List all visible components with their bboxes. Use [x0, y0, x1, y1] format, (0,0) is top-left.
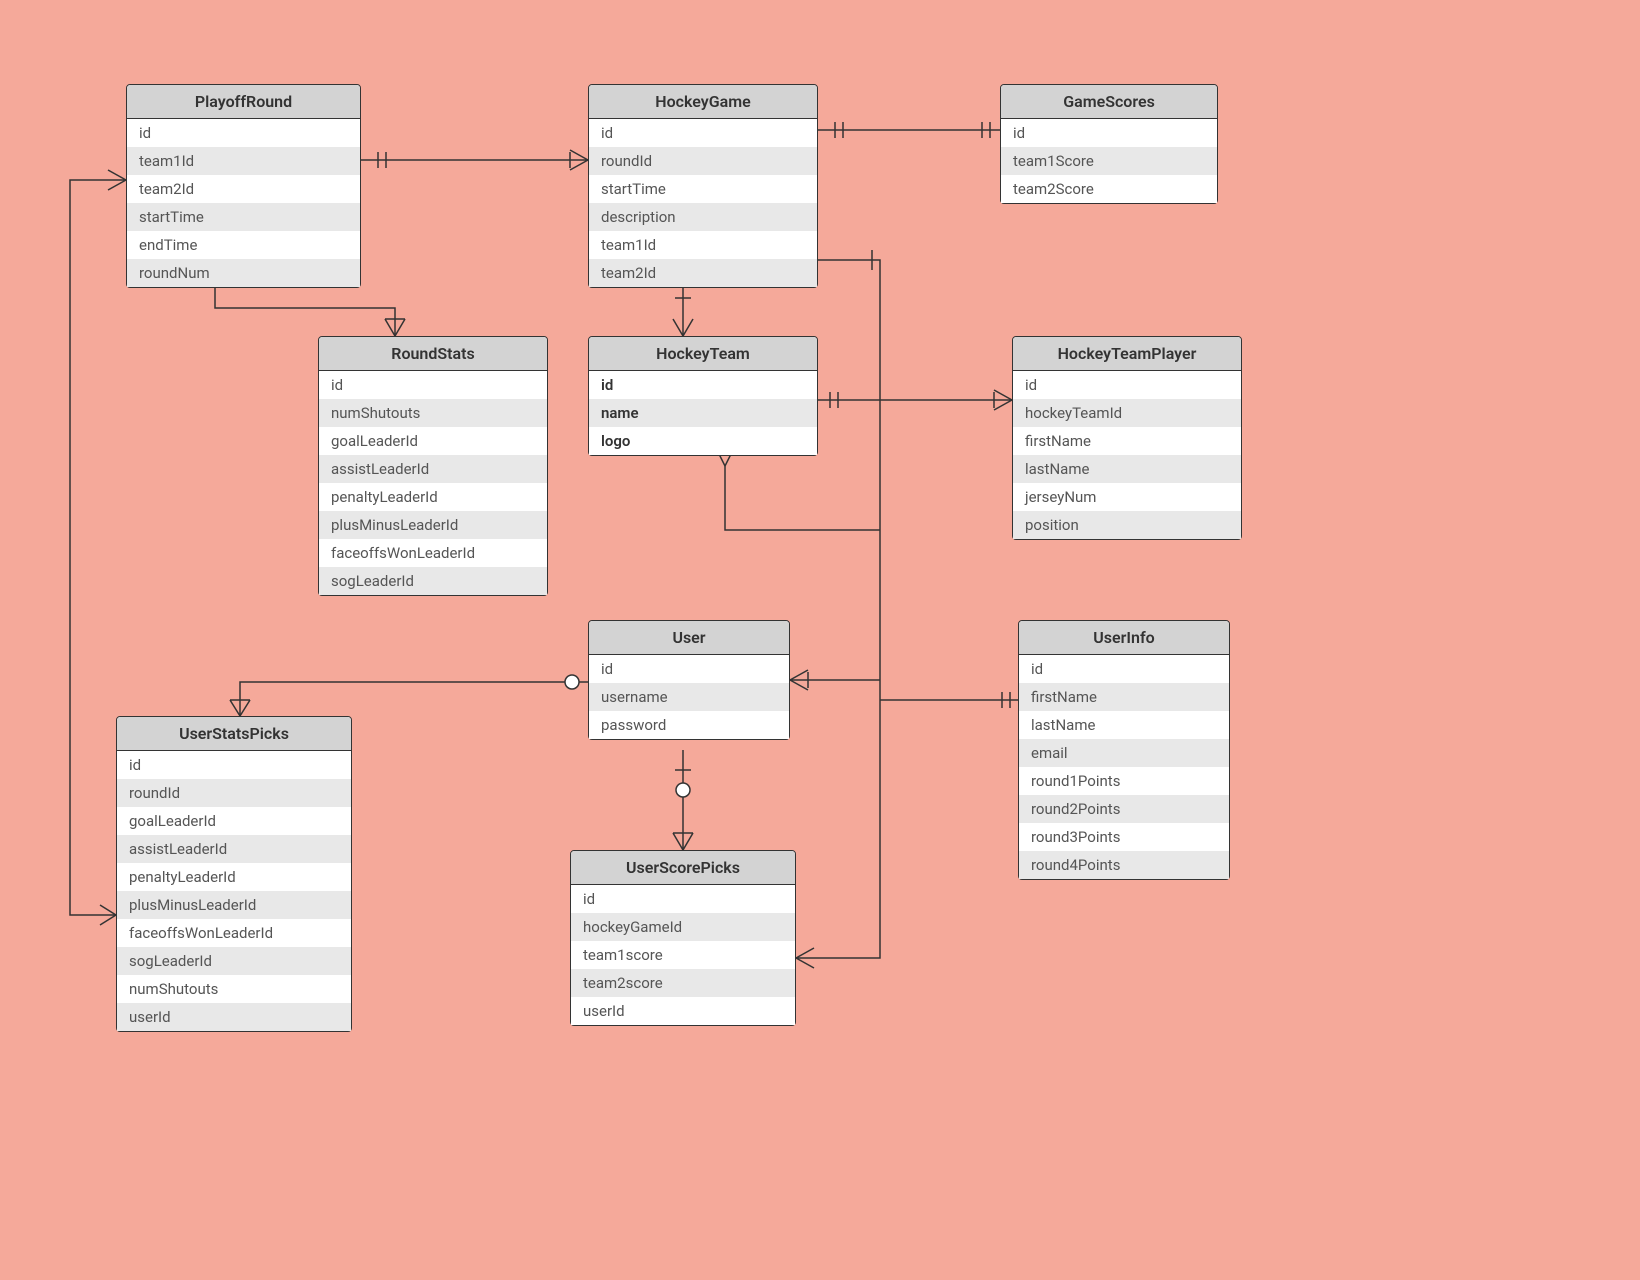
entity-field: id: [1019, 655, 1229, 683]
entity-field: id: [1001, 119, 1217, 147]
entity-field: round4Points: [1019, 851, 1229, 879]
entity-field: roundId: [589, 147, 817, 175]
entity-field: roundId: [117, 779, 351, 807]
entity-userinfo: UserInfoidfirstNamelastNameemailround1Po…: [1018, 620, 1230, 880]
entity-field: goalLeaderId: [117, 807, 351, 835]
entity-hockeyteamplayer: HockeyTeamPlayeridhockeyTeamIdfirstNamel…: [1012, 336, 1242, 540]
entity-field: sogLeaderId: [117, 947, 351, 975]
entity-title: HockeyGame: [589, 85, 817, 119]
entity-userscorepicks: UserScorePicksidhockeyGameIdteam1scorete…: [570, 850, 796, 1026]
entity-field: firstName: [1013, 427, 1241, 455]
entity-field: id: [319, 371, 547, 399]
entity-title: GameScores: [1001, 85, 1217, 119]
entity-field: team1Id: [127, 147, 360, 175]
entity-field: goalLeaderId: [319, 427, 547, 455]
entity-field: jerseyNum: [1013, 483, 1241, 511]
entity-field: password: [589, 711, 789, 739]
entity-field: plusMinusLeaderId: [319, 511, 547, 539]
entity-hockeygame: HockeyGameidroundIdstartTimedescriptiont…: [588, 84, 818, 288]
entity-field: position: [1013, 511, 1241, 539]
entity-title: UserStatsPicks: [117, 717, 351, 751]
entity-field: startTime: [127, 203, 360, 231]
entity-title: UserInfo: [1019, 621, 1229, 655]
entity-title: User: [589, 621, 789, 655]
entity-title: HockeyTeamPlayer: [1013, 337, 1241, 371]
entity-playoffround: PlayoffRoundidteam1Idteam2IdstartTimeend…: [126, 84, 361, 288]
entity-field: userId: [117, 1003, 351, 1031]
entity-field: description: [589, 203, 817, 231]
entity-field: logo: [589, 427, 817, 455]
entity-field: round3Points: [1019, 823, 1229, 851]
entity-field: id: [127, 119, 360, 147]
entity-field: faceoffsWonLeaderId: [117, 919, 351, 947]
entity-userstatspicks: UserStatsPicksidroundIdgoalLeaderIdassis…: [116, 716, 352, 1032]
entity-field: plusMinusLeaderId: [117, 891, 351, 919]
entity-field: endTime: [127, 231, 360, 259]
entity-title: UserScorePicks: [571, 851, 795, 885]
entity-field: lastName: [1019, 711, 1229, 739]
entity-field: id: [117, 751, 351, 779]
entity-field: sogLeaderId: [319, 567, 547, 595]
entity-field: team2Id: [589, 259, 817, 287]
entity-field: penaltyLeaderId: [319, 483, 547, 511]
entity-field: assistLeaderId: [319, 455, 547, 483]
entity-field: id: [1013, 371, 1241, 399]
entity-roundstats: RoundStatsidnumShutoutsgoalLeaderIdassis…: [318, 336, 548, 596]
entity-field: startTime: [589, 175, 817, 203]
entity-field: hockeyGameId: [571, 913, 795, 941]
entity-field: id: [571, 885, 795, 913]
entity-title: HockeyTeam: [589, 337, 817, 371]
entity-field: firstName: [1019, 683, 1229, 711]
entity-field: id: [589, 119, 817, 147]
entity-field: id: [589, 655, 789, 683]
entity-user: Useridusernamepassword: [588, 620, 790, 740]
entity-field: username: [589, 683, 789, 711]
entity-field: numShutouts: [319, 399, 547, 427]
entity-field: hockeyTeamId: [1013, 399, 1241, 427]
entity-title: PlayoffRound: [127, 85, 360, 119]
entity-field: team1Id: [589, 231, 817, 259]
entity-field: roundNum: [127, 259, 360, 287]
entity-field: team2Id: [127, 175, 360, 203]
entity-hockeyteam: HockeyTeamidnamelogo: [588, 336, 818, 456]
entity-field: assistLeaderId: [117, 835, 351, 863]
entity-field: email: [1019, 739, 1229, 767]
entity-field: id: [589, 371, 817, 399]
entity-field: team1Score: [1001, 147, 1217, 175]
entity-field: team1score: [571, 941, 795, 969]
entity-field: numShutouts: [117, 975, 351, 1003]
entity-field: team2Score: [1001, 175, 1217, 203]
entity-title: RoundStats: [319, 337, 547, 371]
entity-field: round1Points: [1019, 767, 1229, 795]
entity-field: userId: [571, 997, 795, 1025]
entity-field: penaltyLeaderId: [117, 863, 351, 891]
entity-field: team2score: [571, 969, 795, 997]
entity-field: name: [589, 399, 817, 427]
entity-field: lastName: [1013, 455, 1241, 483]
entity-gamescores: GameScoresidteam1Scoreteam2Score: [1000, 84, 1218, 204]
entity-field: round2Points: [1019, 795, 1229, 823]
entity-field: faceoffsWonLeaderId: [319, 539, 547, 567]
